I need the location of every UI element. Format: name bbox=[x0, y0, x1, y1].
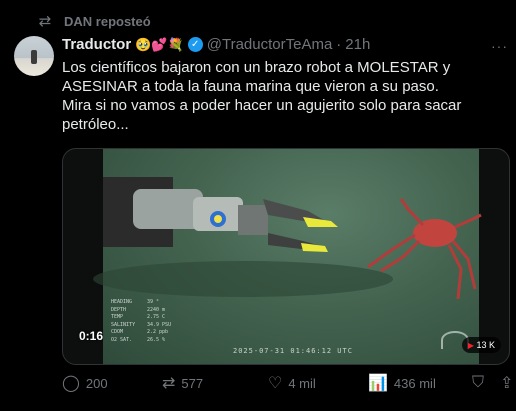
reply-icon: ◯ bbox=[62, 375, 80, 392]
like-button[interactable]: ♡ 4 mil bbox=[268, 373, 316, 393]
bookmark-icon: ⛉ bbox=[472, 374, 485, 391]
repost-icon: ⇄ bbox=[38, 13, 52, 30]
reply-button[interactable]: ◯ 200 bbox=[62, 373, 108, 393]
share-button[interactable]: ⇪ bbox=[500, 373, 513, 393]
video-hud: HEADING 39 ° DEPTH 2240 m TEMP 2.75 C SALIN… bbox=[111, 299, 172, 343]
verified-badge-icon: ✓ bbox=[187, 37, 203, 52]
repost-count: 577 bbox=[181, 375, 204, 391]
views-button[interactable]: 📊 436 mil bbox=[368, 373, 436, 393]
name-emojis: 🥹💕💐 bbox=[135, 36, 184, 52]
separator-dot: · bbox=[336, 36, 342, 53]
more-options-icon[interactable]: ··· bbox=[491, 38, 508, 54]
tweet-text: Los científicos bajaron con un brazo rob… bbox=[62, 58, 482, 134]
repost-icon: ⇄ bbox=[162, 375, 176, 392]
video-duration: 0:16 bbox=[79, 329, 104, 343]
robot-arm bbox=[103, 177, 338, 252]
repost-button[interactable]: ⇄ 577 bbox=[162, 373, 203, 393]
display-name[interactable]: Traductor bbox=[62, 36, 131, 53]
video-timestamp: 2025-07-31 01:46:12 UTC bbox=[233, 347, 353, 355]
user-handle[interactable]: @TraductorTeAma bbox=[207, 36, 333, 53]
play-icon: ▶ bbox=[467, 341, 474, 350]
avatar[interactable] bbox=[14, 36, 54, 76]
heart-icon: ♡ bbox=[268, 375, 283, 392]
video-views: 13 K bbox=[476, 340, 495, 350]
video-player[interactable]: HEADING 39 ° DEPTH 2240 m TEMP 2.75 C SALIN… bbox=[62, 148, 510, 365]
seafloor-shadow bbox=[93, 261, 393, 297]
tweet-paragraph: Los científicos bajaron con un brazo rob… bbox=[62, 59, 451, 95]
repost-label: DAN reposteó bbox=[64, 13, 151, 29]
tweet-header: Traductor 🥹💕💐 ✓ @TraductorTeAma · 21h bbox=[62, 36, 504, 53]
like-count: 4 mil bbox=[288, 375, 316, 391]
action-bar: ◯ 200 ⇄ 577 ♡ 4 mil 📊 436 mil ⛉ ⇪ bbox=[62, 372, 513, 394]
video-views-badge: ▶ 13 K bbox=[461, 337, 501, 353]
tweet-paragraph: Mira si no vamos a poder hacer un agujer… bbox=[62, 97, 462, 133]
view-count: 436 mil bbox=[393, 375, 436, 391]
bar-chart-icon: 📊 bbox=[368, 375, 388, 392]
bookmark-button[interactable]: ⛉ bbox=[472, 374, 484, 392]
reply-count: 200 bbox=[85, 375, 108, 391]
share-icon: ⇪ bbox=[500, 375, 514, 392]
repost-indicator[interactable]: ⇄ DAN reposteó bbox=[36, 12, 151, 30]
post-time[interactable]: 21h bbox=[345, 36, 370, 53]
